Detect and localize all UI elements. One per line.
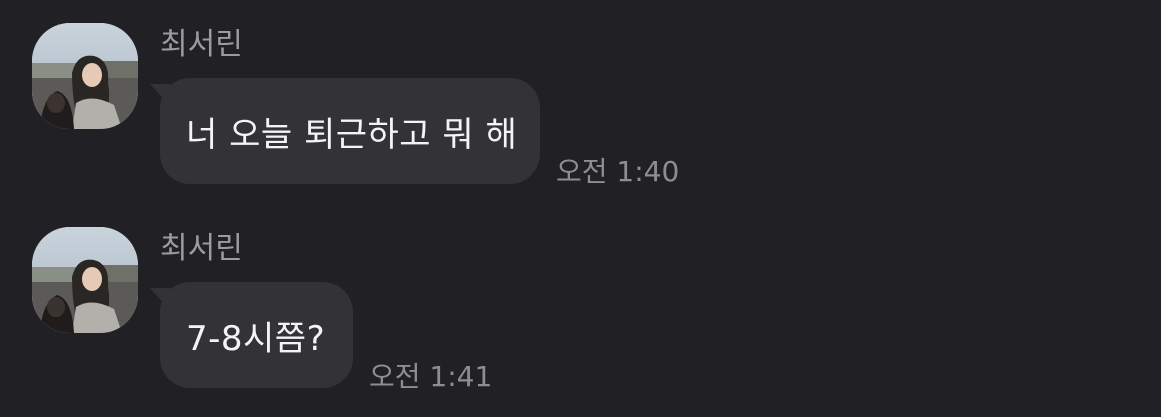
message-bubble[interactable]: 너 오늘 퇴근하고 뭐 해 <box>160 78 540 184</box>
message-timestamp: 오전 1:40 <box>556 155 680 188</box>
avatar[interactable] <box>32 23 138 129</box>
message-bubble[interactable]: 7-8시쯤? <box>160 282 353 388</box>
message-group: 최서린 너 오늘 퇴근하고 뭐 해 오전 1:40 <box>0 0 1161 190</box>
message-group: 최서린 7-8시쯤? 오전 1:41 <box>0 204 1161 394</box>
sender-name: 최서린 <box>160 27 243 62</box>
profile-photo-icon <box>32 23 138 129</box>
message-timestamp: 오전 1:41 <box>369 360 493 393</box>
message-text: 너 오늘 퇴근하고 뭐 해 <box>186 114 518 155</box>
sender-name: 최서린 <box>160 231 243 266</box>
message-text: 7-8시쯤? <box>186 318 326 359</box>
avatar[interactable] <box>32 227 138 333</box>
profile-photo-icon <box>32 227 138 333</box>
